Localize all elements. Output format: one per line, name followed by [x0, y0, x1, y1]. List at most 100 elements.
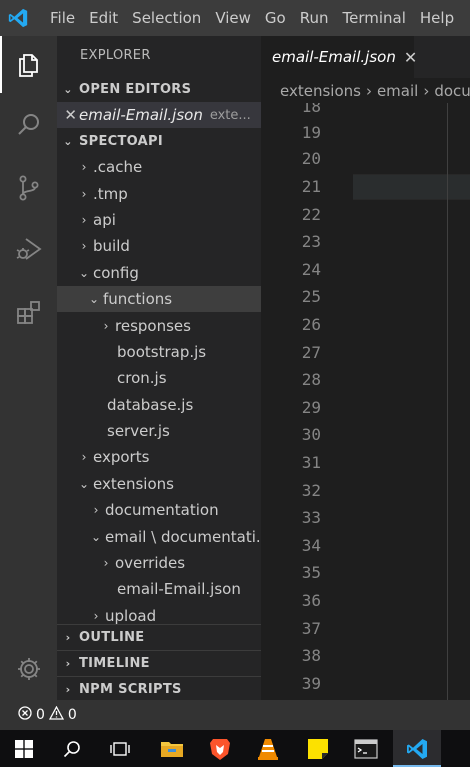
file-explorer-icon[interactable] — [148, 730, 196, 767]
chevron-down-icon: ⌄ — [88, 292, 100, 307]
file-tree: › .cache › .tmp › api › build ⌄ config ⌄ funct… — [57, 154, 261, 629]
extensions-icon[interactable] — [0, 284, 57, 341]
open-editors-header[interactable]: ⌄ OPEN EDITORS — [57, 76, 261, 102]
gear-icon[interactable] — [0, 640, 57, 697]
current-line-highlight — [353, 174, 470, 200]
menu-file[interactable]: File — [36, 0, 82, 36]
line-number: 24 — [301, 260, 321, 279]
tree-item-documentation[interactable]: › documentation — [57, 497, 261, 523]
windows-start-icon[interactable] — [0, 730, 48, 767]
chevron-right-icon: › — [81, 450, 87, 465]
tree-item-cron-js[interactable]: cron.js — [57, 365, 261, 391]
chevron-right-icon: › — [65, 683, 71, 696]
timeline-label: TIMELINE — [79, 656, 150, 671]
timeline-header[interactable]: › TIMELINE — [57, 650, 261, 676]
chevron-right-icon: › — [81, 239, 87, 254]
code-editor[interactable]: 18 19 20 21 22 23 24 25 26 27 28 29 30 3… — [261, 103, 470, 700]
tree-item-cache[interactable]: › .cache — [57, 154, 261, 180]
tree-item-label: exports — [93, 448, 150, 467]
error-count[interactable]: 0 — [36, 707, 45, 723]
tree-item-responses[interactable]: › responses — [57, 312, 261, 338]
warning-count[interactable]: 0 — [68, 707, 77, 723]
run-debug-icon[interactable] — [0, 220, 57, 277]
chevron-right-icon: › — [81, 186, 87, 201]
workspace-header[interactable]: ⌄ SPECTOAPI — [57, 128, 261, 154]
chevron-right-icon: › — [93, 503, 99, 518]
breadcrumb: extensions › email › docun — [261, 78, 470, 103]
tree-item-overrides[interactable]: › overrides — [57, 550, 261, 576]
chevron-down-icon: ⌄ — [78, 476, 90, 491]
vlc-icon[interactable] — [244, 730, 292, 767]
menu-go[interactable]: Go — [258, 0, 293, 36]
tree-item-api[interactable]: › api — [57, 207, 261, 233]
open-editor-name: email-Email.json — [79, 106, 203, 124]
open-editor-item[interactable]: ✕ email-Email.json exte... — [57, 102, 261, 128]
sidebar-title: EXPLORER — [80, 48, 151, 63]
search-icon[interactable] — [0, 96, 57, 153]
line-number: 35 — [301, 563, 321, 582]
menu-selection[interactable]: Selection — [125, 0, 208, 36]
line-number: 38 — [301, 646, 321, 665]
line-number: 39 — [301, 674, 321, 693]
tree-item-label: email \ documentati... — [105, 527, 261, 546]
chevron-right-icon: › — [103, 318, 109, 333]
tree-item-label: database.js — [107, 395, 194, 414]
tree-item-config[interactable]: ⌄ config — [57, 260, 261, 286]
tree-item-tmp[interactable]: › .tmp — [57, 180, 261, 206]
close-icon[interactable]: ✕ — [404, 48, 417, 67]
breadcrumb-item[interactable]: docun — [434, 82, 470, 100]
menu-edit[interactable]: Edit — [82, 0, 125, 36]
workspace-label: SPECTOAPI — [79, 133, 164, 149]
close-icon[interactable]: ✕ — [57, 106, 79, 124]
brave-browser-icon[interactable] — [196, 730, 244, 767]
outline-header[interactable]: › OUTLINE — [57, 624, 261, 650]
npm-scripts-header[interactable]: › NPM SCRIPTS — [57, 676, 261, 700]
warning-icon[interactable] — [48, 705, 65, 724]
tree-item-label: functions — [103, 290, 173, 309]
line-number-gutter: 18 19 20 21 22 23 24 25 26 27 28 29 30 3… — [261, 103, 321, 700]
breadcrumb-item[interactable]: email — [377, 82, 418, 100]
menu-terminal[interactable]: Terminal — [336, 0, 413, 36]
taskbar-search-icon[interactable] — [48, 730, 96, 767]
chevron-right-icon: › — [65, 631, 71, 644]
sticky-notes-icon[interactable] — [294, 730, 342, 767]
task-view-icon[interactable] — [96, 730, 144, 767]
line-number: 30 — [301, 425, 321, 444]
menu-view[interactable]: View — [208, 0, 258, 36]
chevron-down-icon: ⌄ — [78, 265, 90, 280]
menu-run[interactable]: Run — [293, 0, 336, 36]
tree-item-bootstrap-js[interactable]: bootstrap.js — [57, 339, 261, 365]
tab-email-email-json[interactable]: email-Email.json ✕ — [261, 36, 417, 78]
line-number: 20 — [301, 149, 321, 168]
tree-item-extensions[interactable]: ⌄ extensions — [57, 471, 261, 497]
tree-item-label: responses — [115, 316, 191, 335]
tree-item-server-js[interactable]: server.js — [57, 418, 261, 444]
tree-item-label: upload — [105, 606, 157, 625]
explorer-icon[interactable] — [0, 36, 57, 93]
tree-item-exports[interactable]: › exports — [57, 444, 261, 470]
editor-tabs: email-Email.json ✕ — [261, 36, 470, 78]
line-number: 36 — [301, 591, 321, 610]
tree-item-label: overrides — [115, 554, 186, 573]
tree-item-label: bootstrap.js — [117, 342, 207, 361]
terminal-icon[interactable] — [342, 730, 390, 767]
vscode-taskbar-icon[interactable] — [393, 730, 441, 767]
tree-item-database-js[interactable]: database.js — [57, 392, 261, 418]
open-editor-description: exte... — [209, 107, 251, 123]
tree-item-label: api — [93, 210, 116, 229]
error-icon[interactable] — [18, 706, 32, 724]
line-number: 37 — [301, 619, 321, 638]
breadcrumb-item[interactable]: extensions — [280, 82, 361, 100]
tree-item-email-email-json[interactable]: email-Email.json — [57, 576, 261, 602]
source-control-icon[interactable] — [0, 159, 57, 216]
tree-item-email-documentation[interactable]: ⌄ email \ documentati... — [57, 523, 261, 549]
tree-item-functions[interactable]: ⌄ functions — [57, 285, 261, 313]
tree-item-label: documentation — [105, 501, 219, 520]
chevron-right-icon: › — [81, 212, 87, 227]
outline-label: OUTLINE — [79, 630, 145, 645]
line-number: 34 — [301, 536, 321, 555]
tree-item-label: build — [93, 237, 130, 256]
menu-help[interactable]: Help — [413, 0, 461, 36]
tree-item-build[interactable]: › build — [57, 233, 261, 259]
title-bar: File Edit Selection View Go Run Terminal… — [0, 0, 470, 36]
